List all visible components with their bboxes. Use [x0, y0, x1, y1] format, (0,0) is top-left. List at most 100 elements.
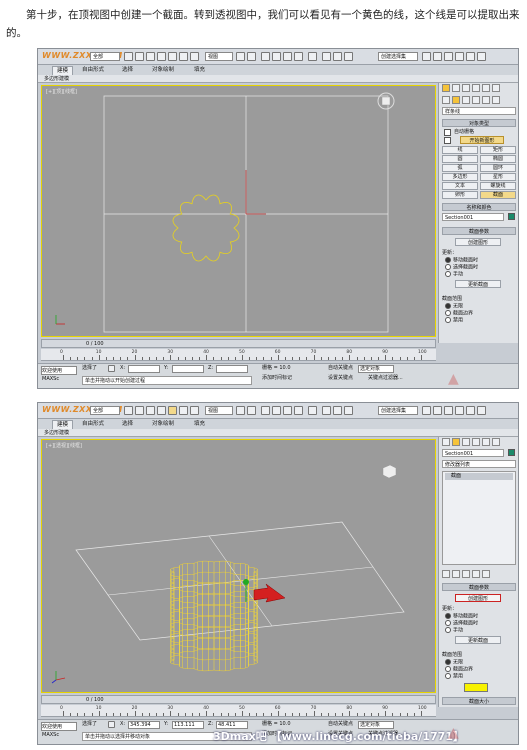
track-bar[interactable]: 0 10 20 30 40 50 60 70 80 90 100: [41, 349, 436, 361]
remove-modifier-icon[interactable]: [472, 570, 480, 578]
named-selection-set[interactable]: 创建选择集: [378, 406, 418, 415]
cameras-icon[interactable]: [472, 96, 480, 104]
pivot-icon[interactable]: [236, 52, 245, 61]
modify-tab-icon[interactable]: [452, 84, 460, 92]
star-button[interactable]: 星形: [480, 173, 516, 181]
create-tab-icon[interactable]: [442, 438, 450, 446]
object-color-swatch[interactable]: [508, 449, 515, 456]
render-icon[interactable]: [477, 406, 486, 415]
section-button[interactable]: 截面: [480, 191, 516, 199]
modify-tab-icon[interactable]: [452, 438, 460, 446]
tab-selection[interactable]: 选择: [118, 66, 137, 75]
angle-snap-icon[interactable]: [272, 52, 281, 61]
key-mode-dropdown[interactable]: 选定对象: [358, 365, 394, 373]
move-icon[interactable]: [168, 52, 177, 61]
tab-modeling[interactable]: 建模: [52, 420, 74, 429]
material-editor-icon[interactable]: [444, 52, 453, 61]
track-bar[interactable]: 0 10 20 30 40 50 60 70 80 90 100: [41, 705, 436, 717]
update-manual-radio[interactable]: 手动: [445, 271, 463, 279]
lights-icon[interactable]: [462, 96, 470, 104]
pin-stack-icon[interactable]: [442, 570, 450, 578]
motion-tab-icon[interactable]: [472, 438, 480, 446]
setkey-button[interactable]: 设置关键点: [328, 374, 353, 382]
align-icon[interactable]: [333, 52, 342, 61]
rotate-icon[interactable]: [179, 52, 188, 61]
curve-editor-icon[interactable]: [422, 52, 431, 61]
autogrid-checkbox[interactable]: [444, 129, 451, 136]
update-section-button[interactable]: 更新截面: [455, 636, 501, 644]
rotate-icon[interactable]: [179, 406, 188, 415]
select-manipulate-icon[interactable]: [247, 52, 256, 61]
z-coordinate-field[interactable]: [216, 365, 248, 373]
line-button[interactable]: 线: [442, 146, 478, 154]
snap-icon[interactable]: [261, 52, 270, 61]
autokey-button[interactable]: 自动关键点: [328, 364, 353, 372]
maxscript-listener[interactable]: 欢迎使用 MAXSc: [41, 722, 77, 738]
select-icon[interactable]: [124, 52, 133, 61]
schematic-icon[interactable]: [433, 406, 442, 415]
geometry-icon[interactable]: [442, 96, 450, 104]
lock-selection-icon[interactable]: [108, 721, 115, 728]
helix-button[interactable]: 螺旋线: [480, 182, 516, 190]
pivot-icon[interactable]: [236, 406, 245, 415]
rect-select-icon[interactable]: [146, 406, 155, 415]
rectangle-button[interactable]: 矩形: [480, 146, 516, 154]
rect-select-icon[interactable]: [146, 52, 155, 61]
motion-tab-icon[interactable]: [472, 84, 480, 92]
viewcube-icon[interactable]: [377, 92, 395, 110]
render-frame-icon[interactable]: [466, 406, 475, 415]
utilities-tab-icon[interactable]: [492, 84, 500, 92]
reference-coord-dropdown[interactable]: 视图: [205, 406, 233, 415]
show-end-result-icon[interactable]: [452, 570, 460, 578]
tab-freeform[interactable]: 自由形式: [78, 66, 108, 75]
tab-object-paint[interactable]: 对象绘制: [148, 420, 178, 429]
x-coordinate-field[interactable]: [128, 365, 160, 373]
autokey-button[interactable]: 自动关键点: [328, 720, 353, 728]
maxscript-listener[interactable]: 欢迎使用 MAXSc: [41, 366, 77, 382]
layer-icon[interactable]: [344, 406, 353, 415]
tab-modeling[interactable]: 建模: [52, 66, 74, 75]
make-unique-icon[interactable]: [462, 570, 470, 578]
edit-named-sel-icon[interactable]: [308, 406, 317, 415]
lock-selection-icon[interactable]: [108, 365, 115, 372]
select-icon[interactable]: [124, 406, 133, 415]
hierarchy-tab-icon[interactable]: [462, 438, 470, 446]
object-type-rollout[interactable]: 对象类型: [442, 119, 516, 127]
spacewarps-icon[interactable]: [492, 96, 500, 104]
y-coordinate-field[interactable]: [172, 365, 204, 373]
section-params-rollout[interactable]: 截面参数: [442, 583, 516, 591]
update-section-button[interactable]: 更新截面: [455, 280, 501, 288]
category-dropdown[interactable]: 样条线: [442, 107, 516, 115]
create-shape-button[interactable]: 创建图形: [455, 238, 501, 246]
arc-button[interactable]: 弧: [442, 164, 478, 172]
selection-filter-dropdown[interactable]: 全部: [90, 52, 120, 61]
scale-icon[interactable]: [190, 52, 199, 61]
poly-modeling-label[interactable]: 多边形建模: [44, 75, 69, 83]
ngon-button[interactable]: 多边形: [442, 173, 478, 181]
extents-off-radio[interactable]: 禁用: [445, 317, 463, 325]
select-by-name-icon[interactable]: [135, 406, 144, 415]
select-by-name-icon[interactable]: [135, 52, 144, 61]
named-selection-set[interactable]: 创建选择集: [378, 52, 418, 61]
time-slider[interactable]: 0 / 100: [41, 695, 436, 704]
time-slider[interactable]: 0 / 100: [41, 339, 436, 348]
hierarchy-tab-icon[interactable]: [462, 84, 470, 92]
move-icon[interactable]: [168, 406, 177, 415]
stack-item-section[interactable]: 截面: [445, 473, 513, 480]
create-tab-icon[interactable]: [442, 84, 450, 92]
tab-selection[interactable]: 选择: [118, 420, 137, 429]
tab-object-paint[interactable]: 对象绘制: [148, 66, 178, 75]
start-new-shape-checkbox[interactable]: [444, 137, 451, 144]
tab-populate[interactable]: 填充: [190, 420, 209, 429]
select-manipulate-icon[interactable]: [247, 406, 256, 415]
window-cross-icon[interactable]: [157, 406, 166, 415]
material-editor-icon[interactable]: [444, 406, 453, 415]
reference-coord-dropdown[interactable]: 视图: [205, 52, 233, 61]
section-color-swatch[interactable]: [464, 683, 488, 692]
helpers-icon[interactable]: [482, 96, 490, 104]
render-frame-icon[interactable]: [466, 52, 475, 61]
text-button[interactable]: 文本: [442, 182, 478, 190]
donut-button[interactable]: 圆环: [480, 164, 516, 172]
create-shape-button[interactable]: 创建图形: [455, 594, 501, 602]
percent-snap-icon[interactable]: [283, 52, 292, 61]
